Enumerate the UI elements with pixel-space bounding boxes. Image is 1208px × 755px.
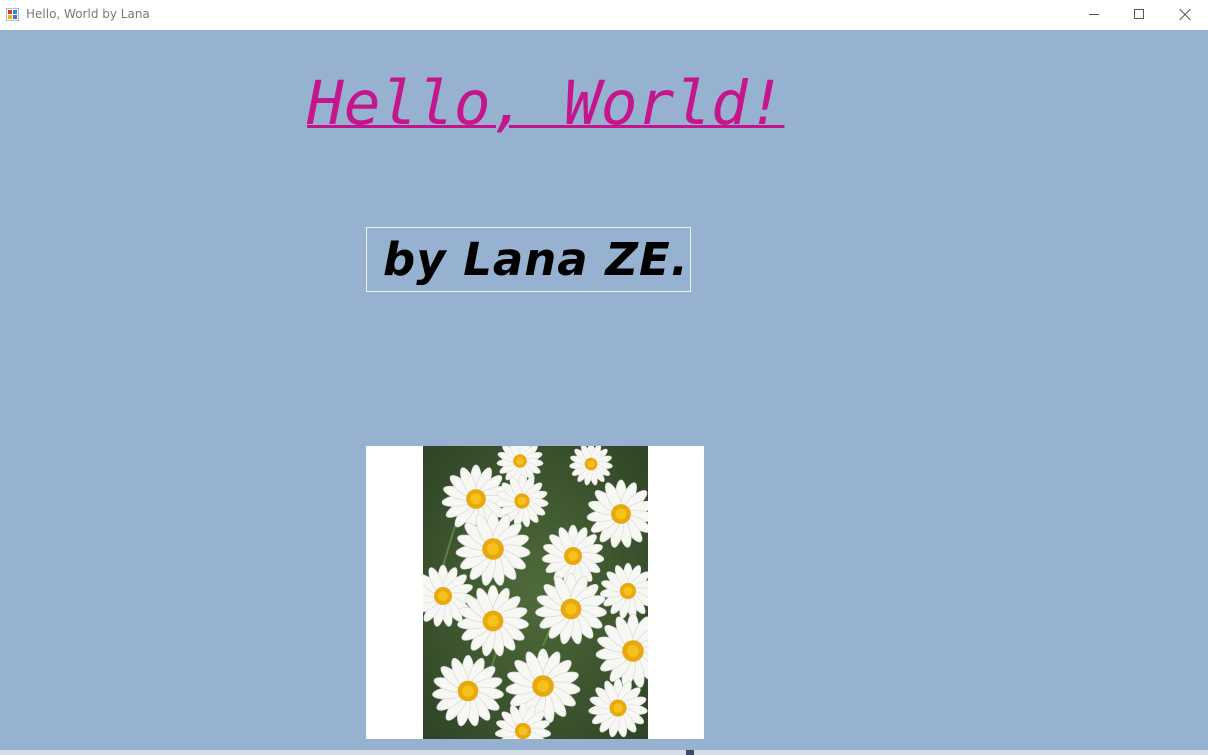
app-window: Hello, World by Lana Hello, World! by La… bbox=[0, 0, 1208, 755]
close-icon bbox=[1179, 9, 1191, 21]
bottom-edge bbox=[0, 750, 1208, 755]
maximize-button[interactable] bbox=[1116, 0, 1162, 30]
minimize-button[interactable] bbox=[1071, 0, 1117, 30]
hello-world-label: Hello, World! bbox=[307, 68, 785, 139]
title-bar[interactable]: Hello, World by Lana bbox=[0, 0, 1208, 30]
maximize-icon bbox=[1134, 9, 1144, 19]
daisy-photo bbox=[423, 446, 648, 739]
window-title: Hello, World by Lana bbox=[26, 7, 150, 21]
byline-label: by Lana ZE. bbox=[383, 233, 689, 286]
bottom-edge-marker bbox=[686, 750, 694, 755]
app-icon bbox=[6, 8, 19, 21]
close-button[interactable] bbox=[1162, 0, 1208, 30]
picture-box bbox=[366, 446, 704, 739]
minimize-icon bbox=[1089, 14, 1099, 15]
byline-box: by Lana ZE. bbox=[366, 227, 691, 292]
